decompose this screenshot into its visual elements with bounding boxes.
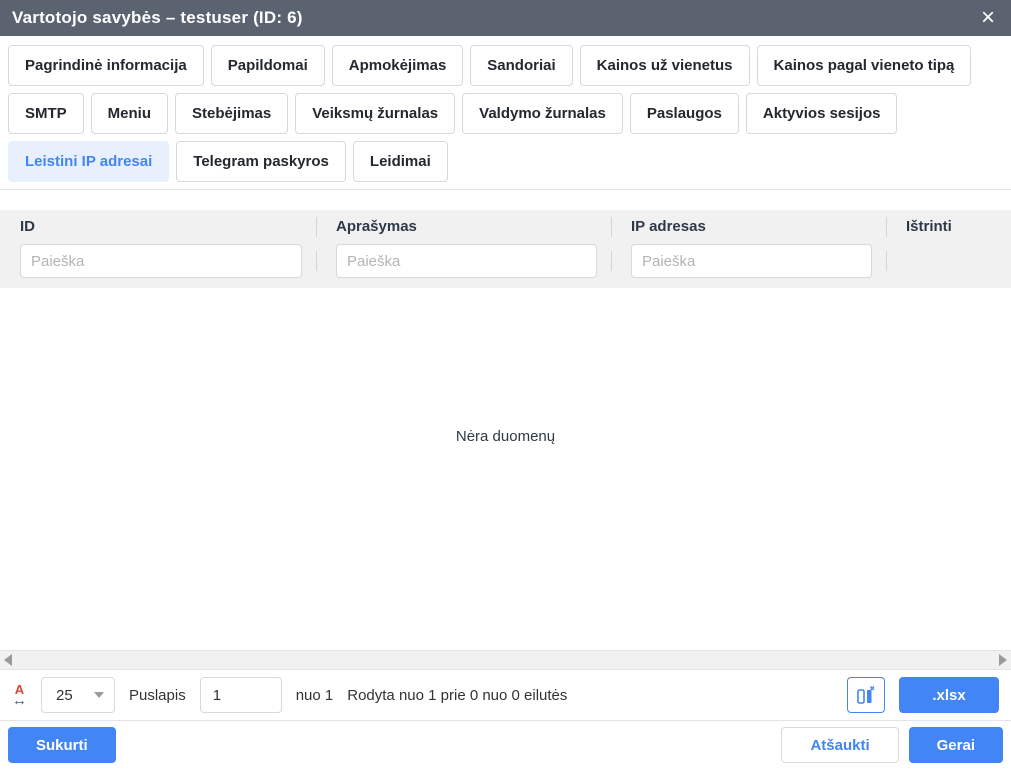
pagination-bar: A ↔ 25 Puslapis nuo 1 Rodyta nuo 1 prie … bbox=[0, 670, 1011, 720]
search-cell-ip-adresas bbox=[611, 244, 886, 278]
horizontal-scrollbar[interactable] bbox=[0, 650, 1011, 670]
table-header: ID Aprašymas IP adresas Ištrinti bbox=[0, 210, 1011, 288]
page-size-select[interactable]: 25 bbox=[41, 677, 115, 713]
column-search-row bbox=[0, 240, 1011, 288]
tab-leidimai[interactable]: Leidimai bbox=[353, 141, 448, 182]
search-input-aprasymas[interactable] bbox=[336, 244, 597, 278]
search-input-ip-adresas[interactable] bbox=[631, 244, 872, 278]
tab-kainos-pagal-vieneto-tipa[interactable]: Kainos pagal vieneto tipą bbox=[757, 45, 972, 86]
tab-strip: Pagrindinė informacija Papildomai Apmokė… bbox=[0, 36, 1011, 190]
create-button[interactable]: Sukurti bbox=[8, 727, 116, 763]
dialog-action-bar: Sukurti Atšaukti Gerai bbox=[0, 721, 1011, 769]
tab-meniu[interactable]: Meniu bbox=[91, 93, 168, 134]
scroll-left-arrow-icon[interactable] bbox=[4, 654, 12, 666]
tab-kainos-uz-vienetus[interactable]: Kainos už vienetus bbox=[580, 45, 750, 86]
column-visibility-icon bbox=[855, 684, 877, 706]
tab-leistini-ip-adresai[interactable]: Leistini IP adresai bbox=[8, 141, 169, 182]
autofit-columns-icon[interactable]: A ↔ bbox=[12, 683, 27, 708]
user-properties-dialog: Vartotojo savybės – testuser (ID: 6) × P… bbox=[0, 0, 1011, 769]
column-header-label: Aprašymas bbox=[336, 218, 417, 235]
column-header-label: IP adresas bbox=[631, 218, 706, 235]
search-input-id[interactable] bbox=[20, 244, 302, 278]
tab-row-3: Leistini IP adresai Telegram paskyros Le… bbox=[8, 141, 1003, 182]
autofit-arrow: ↔ bbox=[12, 693, 27, 708]
chevron-down-icon bbox=[94, 692, 104, 698]
export-xlsx-button[interactable]: .xlsx bbox=[899, 677, 999, 713]
page-label: Puslapis bbox=[129, 687, 186, 704]
tab-paslaugos[interactable]: Paslaugos bbox=[630, 93, 739, 134]
tab-sandoriai[interactable]: Sandoriai bbox=[470, 45, 572, 86]
tab-valdymo-zurnalas[interactable]: Valdymo žurnalas bbox=[462, 93, 623, 134]
tab-aktyvios-sesijos[interactable]: Aktyvios sesijos bbox=[746, 93, 898, 134]
tab-row-2: SMTP Meniu Stebėjimas Veiksmų žurnalas V… bbox=[8, 93, 1003, 134]
tab-telegram-paskyros[interactable]: Telegram paskyros bbox=[176, 141, 346, 182]
scroll-right-arrow-icon[interactable] bbox=[999, 654, 1007, 666]
tab-row-1: Pagrindinė informacija Papildomai Apmokė… bbox=[8, 45, 1003, 86]
table-body: Nėra duomenų bbox=[0, 288, 1011, 650]
tab-stebejimas[interactable]: Stebėjimas bbox=[175, 93, 288, 134]
column-header-istrinti[interactable]: Ištrinti bbox=[886, 218, 1011, 236]
search-cell-id bbox=[0, 244, 316, 278]
column-header-label: ID bbox=[20, 218, 35, 235]
close-icon[interactable]: × bbox=[979, 6, 997, 30]
tab-veiksmu-zurnalas[interactable]: Veiksmų žurnalas bbox=[295, 93, 455, 134]
empty-data-message: Nėra duomenų bbox=[0, 288, 1011, 445]
ok-button[interactable]: Gerai bbox=[909, 727, 1003, 763]
page-total-label: nuo 1 bbox=[296, 687, 334, 704]
column-header-row: ID Aprašymas IP adresas Ištrinti bbox=[0, 210, 1011, 240]
cancel-button[interactable]: Atšaukti bbox=[781, 727, 898, 763]
search-cell-aprasymas bbox=[316, 244, 611, 278]
column-header-aprasymas[interactable]: Aprašymas bbox=[316, 218, 611, 236]
rows-summary: Rodyta nuo 1 prie 0 nuo 0 eilutės bbox=[347, 687, 567, 704]
tab-pagrindine-informacija[interactable]: Pagrindinė informacija bbox=[8, 45, 204, 86]
column-header-id[interactable]: ID bbox=[0, 218, 316, 236]
dialog-title: Vartotojo savybės – testuser (ID: 6) bbox=[12, 8, 979, 28]
tab-papildomai[interactable]: Papildomai bbox=[211, 45, 325, 86]
tab-apmokejimas[interactable]: Apmokėjimas bbox=[332, 45, 464, 86]
page-number-input[interactable] bbox=[200, 677, 282, 713]
tab-smtp[interactable]: SMTP bbox=[8, 93, 84, 134]
page-size-value: 25 bbox=[56, 687, 73, 704]
column-header-ip-adresas[interactable]: IP adresas bbox=[611, 218, 886, 236]
column-header-label: Ištrinti bbox=[906, 218, 952, 235]
column-visibility-button[interactable] bbox=[847, 677, 885, 713]
dialog-titlebar: Vartotojo savybės – testuser (ID: 6) × bbox=[0, 0, 1011, 36]
